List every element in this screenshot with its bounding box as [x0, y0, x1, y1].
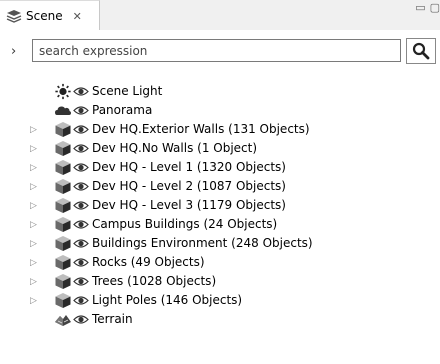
visibility-eye-icon[interactable] — [73, 181, 89, 192]
scene-panel: › Scene Light Panorama ▷ Dev HQ.Exterior Wa… — [0, 30, 440, 364]
tree-row[interactable]: ▷ Dev HQ - Level 1 (1320 Objects) — [0, 158, 440, 177]
cube-icon — [54, 178, 72, 195]
search-input[interactable] — [32, 39, 401, 62]
visibility-eye-icon[interactable] — [73, 295, 89, 306]
cube-icon — [54, 273, 72, 290]
visibility-eye-icon[interactable] — [73, 238, 89, 249]
tree-item-label: Trees (1028 Objects) — [92, 274, 217, 288]
minimize-icon[interactable]: ▭ — [415, 1, 425, 14]
visibility-eye-icon[interactable] — [73, 105, 89, 116]
tree-item-label: Dev HQ - Level 2 (1087 Objects) — [92, 179, 286, 193]
tree-item-label: Light Poles (146 Objects) — [92, 293, 243, 307]
cube-icon — [54, 216, 72, 233]
visibility-eye-icon[interactable] — [73, 314, 89, 325]
search-row: › — [0, 38, 440, 66]
maximize-icon[interactable]: ▢ — [430, 1, 440, 14]
expand-arrow-icon[interactable]: ▷ — [30, 277, 37, 287]
tree-row[interactable]: ▷ Dev HQ.Exterior Walls (131 Objects) — [0, 120, 440, 139]
expand-search-icon[interactable]: › — [11, 44, 16, 59]
expand-arrow-icon[interactable]: ▷ — [30, 201, 37, 211]
tree-item-label: Rocks (49 Objects) — [92, 255, 205, 269]
cube-icon — [54, 140, 72, 157]
visibility-eye-icon[interactable] — [73, 124, 89, 135]
expand-arrow-icon[interactable]: ▷ — [30, 220, 37, 230]
cube-icon — [54, 235, 72, 252]
visibility-eye-icon[interactable] — [73, 219, 89, 230]
tree-item-label: Dev HQ - Level 3 (1179 Objects) — [92, 198, 286, 212]
cloud-icon — [54, 102, 72, 119]
cube-icon — [54, 197, 72, 214]
tree-row[interactable]: ▷ Dev HQ - Level 3 (1179 Objects) — [0, 196, 440, 215]
tree-row[interactable]: ▷ Buildings Environment (248 Objects) — [0, 234, 440, 253]
tab-label: Scene — [26, 9, 63, 23]
layers-icon — [6, 9, 22, 23]
visibility-eye-icon[interactable] — [73, 276, 89, 287]
tree-item-label: Dev HQ.No Walls (1 Object) — [92, 141, 258, 155]
cube-icon — [54, 121, 72, 138]
tree-row[interactable]: ▷ Trees (1028 Objects) — [0, 272, 440, 291]
window-buttons: ▭ ▢ — [415, 1, 440, 14]
visibility-eye-icon[interactable] — [73, 200, 89, 211]
cube-icon — [54, 159, 72, 176]
tree-row[interactable]: ▷ Dev HQ - Level 2 (1087 Objects) — [0, 177, 440, 196]
expand-arrow-icon[interactable]: ▷ — [30, 296, 37, 306]
visibility-eye-icon[interactable] — [73, 86, 89, 97]
tree-item-label: Campus Buildings (24 Objects) — [92, 217, 278, 231]
scene-tree: Scene Light Panorama ▷ Dev HQ.Exterior Wall… — [0, 82, 440, 329]
tree-row[interactable]: Scene Light — [0, 82, 440, 101]
search-icon — [412, 42, 430, 60]
tree-row[interactable]: ▷ Light Poles (146 Objects) — [0, 291, 440, 310]
search-button[interactable] — [406, 38, 436, 64]
tree-item-label: Panorama — [92, 103, 153, 117]
tree-row[interactable]: Terrain — [0, 310, 440, 329]
expand-arrow-icon[interactable]: ▷ — [30, 163, 37, 173]
tree-item-label: Buildings Environment (248 Objects) — [92, 236, 313, 250]
expand-arrow-icon[interactable]: ▷ — [30, 182, 37, 192]
tab-scene[interactable]: Scene ✕ — [0, 0, 100, 31]
tree-row[interactable]: Panorama — [0, 101, 440, 120]
tree-item-label: Dev HQ.Exterior Walls (131 Objects) — [92, 122, 310, 136]
visibility-eye-icon[interactable] — [73, 257, 89, 268]
tree-row[interactable]: ▷ Dev HQ.No Walls (1 Object) — [0, 139, 440, 158]
tab-bar: Scene ✕ ▭ ▢ — [0, 0, 440, 31]
visibility-eye-icon[interactable] — [73, 162, 89, 173]
tree-row[interactable]: ▷ Rocks (49 Objects) — [0, 253, 440, 272]
expand-arrow-icon[interactable]: ▷ — [30, 239, 37, 249]
terrain-icon — [54, 311, 72, 328]
visibility-eye-icon[interactable] — [73, 143, 89, 154]
expand-arrow-icon[interactable]: ▷ — [30, 144, 37, 154]
cube-icon — [54, 292, 72, 309]
tree-row[interactable]: ▷ Campus Buildings (24 Objects) — [0, 215, 440, 234]
tree-item-label: Terrain — [92, 312, 133, 326]
tree-item-label: Dev HQ - Level 1 (1320 Objects) — [92, 160, 286, 174]
cube-icon — [54, 254, 72, 271]
close-icon[interactable]: ✕ — [73, 10, 82, 23]
expand-arrow-icon[interactable]: ▷ — [30, 125, 37, 135]
tree-item-label: Scene Light — [92, 84, 163, 98]
sun-icon — [54, 83, 72, 100]
expand-arrow-icon[interactable]: ▷ — [30, 258, 37, 268]
